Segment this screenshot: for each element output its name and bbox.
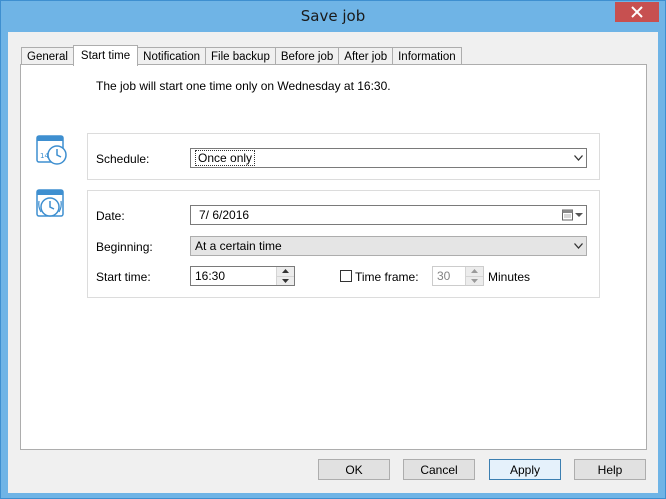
date-time-group: Date: 7/ 6/2016 Beginning: At a certain … [87, 190, 600, 298]
time-frame-value: 30 [437, 269, 451, 283]
start-time-panel: The job will start one time only on Wedn… [20, 64, 647, 450]
schedule-label: Schedule: [96, 152, 150, 166]
ok-button[interactable]: OK [318, 459, 390, 480]
start-time-spinbox[interactable]: 16:30 [190, 266, 295, 286]
spin-up-icon [466, 267, 483, 277]
dialog-client-area: General Start time Notification File bac… [8, 32, 658, 493]
cancel-button[interactable]: Cancel [403, 459, 475, 480]
chevron-down-icon [570, 149, 586, 167]
time-frame-label: Time frame: [355, 270, 419, 284]
beginning-value: At a certain time [195, 239, 282, 253]
start-time-spinner[interactable] [276, 267, 294, 285]
close-icon [631, 6, 643, 18]
time-frame-spinbox: 30 [432, 266, 484, 286]
title-bar[interactable]: Save job [1, 1, 665, 32]
calendar-picker-icon[interactable] [562, 209, 586, 221]
date-picker[interactable]: 7/ 6/2016 [190, 205, 587, 225]
schedule-summary: The job will start one time only on Wedn… [96, 79, 391, 93]
time-frame-checkbox[interactable] [340, 270, 352, 282]
spin-up-icon[interactable] [277, 267, 294, 277]
tab-information[interactable]: Information [392, 47, 462, 65]
start-time-value: 16:30 [195, 269, 226, 283]
calendar-clock-icon: 14 [35, 133, 69, 172]
schedule-group: Schedule: Once only [87, 133, 600, 180]
dialog-window: Save job General Start time Notification… [0, 0, 666, 499]
start-time-label: Start time: [96, 270, 151, 284]
tab-before-job[interactable]: Before job [274, 47, 340, 65]
date-value: 7/ 6/2016 [199, 208, 250, 222]
schedule-value: Once only [195, 150, 256, 166]
date-label: Date: [96, 209, 125, 223]
time-frame-unit: Minutes [488, 270, 531, 284]
beginning-dropdown[interactable]: At a certain time [190, 236, 587, 256]
spin-down-icon [466, 276, 483, 285]
tab-strip: General Start time Notification File bac… [21, 45, 462, 66]
tab-general[interactable]: General [21, 47, 74, 65]
tab-start-time[interactable]: Start time [72, 45, 139, 66]
spin-down-icon[interactable] [277, 276, 294, 285]
apply-button[interactable]: Apply [489, 459, 561, 480]
help-button[interactable]: Help [574, 459, 646, 480]
tab-file-backup[interactable]: File backup [205, 47, 276, 65]
alarm-clock-icon [35, 187, 69, 226]
schedule-dropdown[interactable]: Once only [190, 148, 587, 168]
tab-notification[interactable]: Notification [137, 47, 207, 65]
window-title: Save job [300, 7, 366, 25]
chevron-down-icon [570, 237, 586, 255]
tab-after-job[interactable]: After job [338, 47, 394, 65]
time-frame-spinner [465, 267, 483, 285]
close-button[interactable] [615, 2, 659, 22]
beginning-label: Beginning: [96, 240, 153, 254]
